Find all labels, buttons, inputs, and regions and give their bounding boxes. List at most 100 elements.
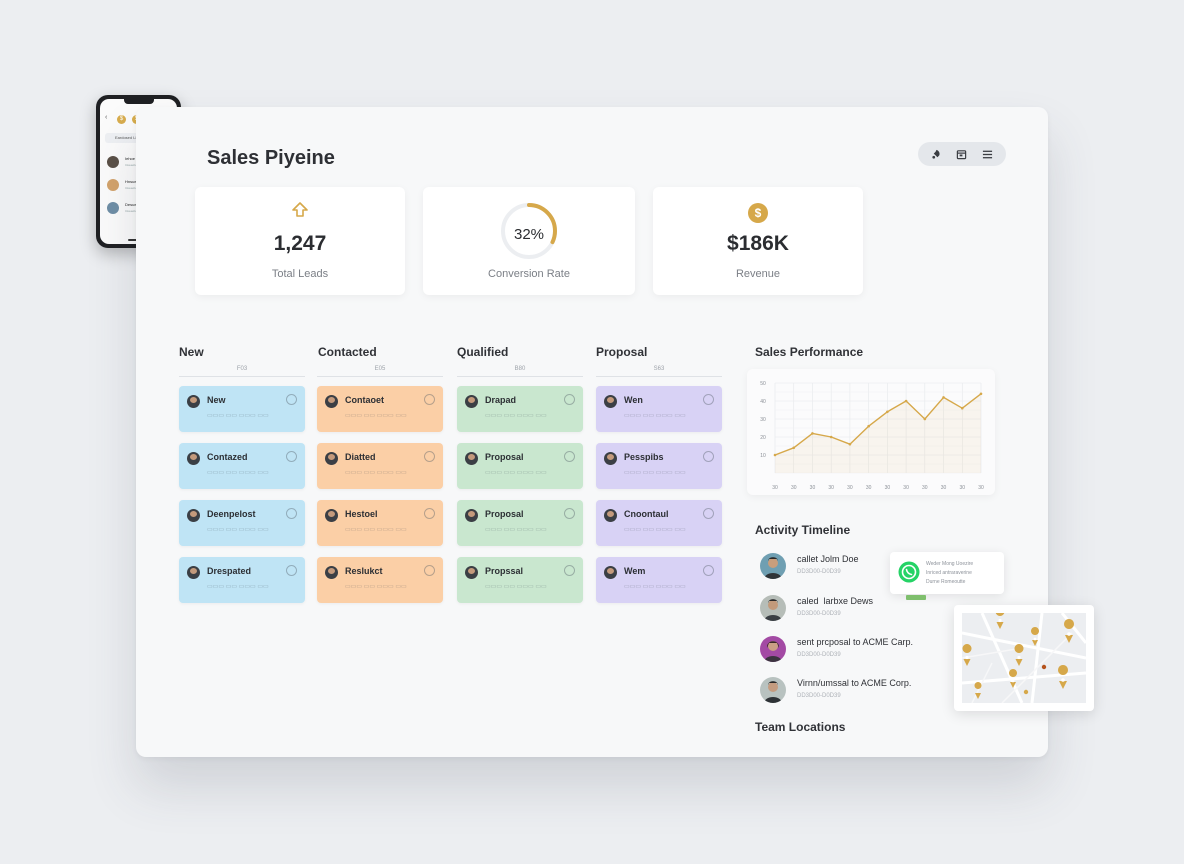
lead-card-meta: ▭▭▭ ▭▭ ▭▭▭ ▭▭ [624,584,686,590]
data-point [867,424,870,428]
avatar [465,395,478,408]
lead-card-title: Wem [624,566,646,576]
avatar [107,156,119,168]
rocket-icon[interactable] [928,145,946,163]
avatar [465,509,478,522]
data-point [829,435,833,439]
avatar [465,566,478,579]
data-point [848,442,852,446]
lead-card[interactable]: Hestoel ▭▭▭ ▭▭ ▭▭▭ ▭▭ [317,500,443,546]
x-tick-label: 30 [941,485,947,491]
reply-tag [906,595,926,600]
lead-card-meta: ▭▭▭ ▭▭ ▭▭▭ ▭▭ [624,470,686,476]
lead-card[interactable]: Contaoet ▭▭▭ ▭▭ ▭▭▭ ▭▭ [317,386,443,432]
whatsapp-notification[interactable]: Weder Mong Uoezire Inriced antraraverine… [890,552,1004,594]
lead-card-title: Contaoet [345,395,384,405]
lead-card-title: Drespated [207,566,252,576]
lead-card-title: Contazed [207,452,248,462]
lead-card[interactable]: Contazed ▭▭▭ ▭▭ ▭▭▭ ▭▭ [179,443,305,489]
data-point [773,453,777,457]
select-radio[interactable] [703,451,714,462]
select-radio[interactable] [703,565,714,576]
avatar [604,395,617,408]
lead-card-meta: ▭▭▭ ▭▭ ▭▭▭ ▭▭ [485,470,547,476]
lead-card-title: Proposal [485,452,524,462]
select-radio[interactable] [703,394,714,405]
lead-card-meta: ▭▭▭ ▭▭ ▭▭▭ ▭▭ [485,413,547,419]
avatar [187,509,200,522]
kpi-value: $186K [727,232,789,255]
line-chart: 30 30 30 30 30 30 30 30 30 30 30 30 10 20 30 40 50 [760,381,984,491]
notification-line: Inriced antraraverine [926,570,972,576]
select-radio[interactable] [564,508,575,519]
avatar [760,636,786,662]
back-icon[interactable]: ‹ [105,114,107,121]
avatar [604,509,617,522]
lead-card[interactable]: Proposal ▭▭▭ ▭▭ ▭▭▭ ▭▭ [457,500,583,546]
select-radio[interactable] [424,565,435,576]
kpi-value: 32% [513,226,545,243]
column-title-qualified: Qualified [457,345,509,359]
kpi-value: 1,247 [273,232,327,255]
lead-card-title: Wen [624,395,643,405]
data-point [904,399,908,403]
svg-text:$: $ [755,206,762,220]
timeline-date: DD3D00-D0D39 [797,693,841,699]
lead-card-meta: ▭▭▭ ▭▭ ▭▭▭ ▭▭ [207,584,269,590]
avatar [187,566,200,579]
lead-card[interactable]: Wem ▭▭▭ ▭▭ ▭▭▭ ▭▭ [596,557,722,603]
x-tick-label: 30 [903,485,909,491]
menu-icon[interactable] [978,145,996,163]
timeline-text: callet Jolm Doe [797,554,859,564]
lead-card[interactable]: Deenpelost ▭▭▭ ▭▭ ▭▭▭ ▭▭ [179,500,305,546]
select-radio[interactable] [424,394,435,405]
activity-timeline-title: Activity Timeline [755,523,851,537]
lead-card-meta: ▭▭▭ ▭▭ ▭▭▭ ▭▭ [485,584,547,590]
page-title: Sales Piyeine [207,147,335,169]
select-radio[interactable] [286,565,297,576]
lead-card[interactable]: Propssal ▭▭▭ ▭▭ ▭▭▭ ▭▭ [457,557,583,603]
lead-card[interactable]: Reslukct ▭▭▭ ▭▭ ▭▭▭ ▭▭ [317,557,443,603]
lead-card[interactable]: Drespated ▭▭▭ ▭▭ ▭▭▭ ▭▭ [179,557,305,603]
avatar [465,452,478,465]
x-tick-label: 30 [959,485,965,491]
notification-line: Weder Mong Uoezire [926,561,974,567]
lead-card[interactable]: Wen ▭▭▭ ▭▭ ▭▭▭ ▭▭ [596,386,722,432]
lead-card[interactable]: Cnoontaul ▭▭▭ ▭▭ ▭▭▭ ▭▭ [596,500,722,546]
team-locations-map[interactable] [954,605,1094,711]
select-radio[interactable] [564,451,575,462]
select-radio[interactable] [286,451,297,462]
lead-card[interactable]: Proposal ▭▭▭ ▭▭ ▭▭▭ ▭▭ [457,443,583,489]
y-tick-label: 30 [760,417,766,423]
lead-card[interactable]: New ▭▭▭ ▭▭ ▭▭▭ ▭▭ [179,386,305,432]
kpi-conversion-rate: 32% Conversion Rate [423,187,635,295]
lead-card[interactable]: Diatted ▭▭▭ ▭▭ ▭▭▭ ▭▭ [317,443,443,489]
select-radio[interactable] [703,508,714,519]
avatar [604,566,617,579]
lead-card-meta: ▭▭▭ ▭▭ ▭▭▭ ▭▭ [345,470,407,476]
avatar [107,202,119,214]
avatar [325,509,338,522]
toolbar [918,142,1006,166]
x-tick-label: 30 [847,485,853,491]
select-radio[interactable] [564,565,575,576]
lead-card[interactable]: Pesspibs ▭▭▭ ▭▭ ▭▭▭ ▭▭ [596,443,722,489]
lead-card-title: Proposal [485,509,524,519]
lead-card-meta: ▭▭▭ ▭▭ ▭▭▭ ▭▭ [345,413,407,419]
select-radio[interactable] [424,451,435,462]
coin-icon[interactable]: $ [117,115,126,124]
sales-performance-chart: 30 30 30 30 30 30 30 30 30 30 30 30 10 20 30 40 50 [747,369,995,495]
column-count: S63 [596,366,722,377]
lead-card-title: New [207,395,226,405]
select-radio[interactable] [424,508,435,519]
select-radio[interactable] [286,508,297,519]
whatsapp-icon [898,561,920,588]
calendar-icon[interactable] [953,145,971,163]
lead-card[interactable]: Drapad ▭▭▭ ▭▭ ▭▭▭ ▭▭ [457,386,583,432]
column-title-new: New [179,345,204,359]
notification-line: Durne Romeoutte [926,579,966,585]
select-radio[interactable] [564,394,575,405]
x-tick-label: 30 [810,485,816,491]
select-radio[interactable] [286,394,297,405]
location-pins [962,613,1075,699]
